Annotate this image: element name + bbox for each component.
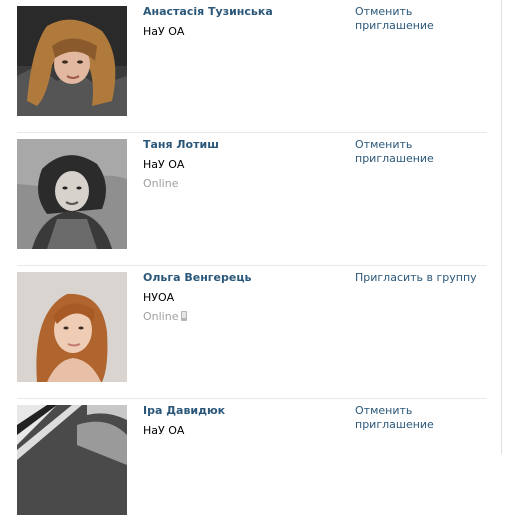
person-name[interactable]: Ольга Венгерець [143, 271, 251, 284]
person-university: НаУ ОА [143, 25, 185, 38]
online-status-label: Online [143, 177, 179, 190]
avatar-photo [17, 405, 127, 515]
person-university: НаУ ОА [143, 158, 185, 171]
avatar[interactable] [17, 272, 127, 382]
avatar-photo [17, 139, 127, 249]
friends-invite-panel: Анастасія Тузинська НаУ ОА Отменить приг… [0, 0, 502, 515]
person-name[interactable]: Іра Давидюк [143, 404, 225, 417]
invite-to-group-link[interactable]: Пригласить в группу [355, 271, 485, 285]
person-name[interactable]: Анастасія Тузинська [143, 5, 273, 18]
avatar[interactable] [17, 6, 127, 116]
online-status: Online [143, 310, 188, 323]
person-university: НаУ ОА [143, 424, 185, 437]
avatar[interactable] [17, 139, 127, 249]
person-name[interactable]: Таня Лотиш [143, 138, 219, 151]
list-item: Ольга Венгерець НУОА Online Пригласить в… [17, 266, 487, 399]
cancel-invite-link[interactable]: Отменить приглашение [355, 404, 485, 432]
list-item: Таня Лотиш НаУ ОА Online Отменить пригла… [17, 133, 487, 266]
avatar-photo [17, 272, 127, 382]
cancel-invite-link[interactable]: Отменить приглашение [355, 5, 485, 33]
avatar[interactable] [17, 405, 127, 515]
avatar-photo [17, 6, 127, 116]
list-item: Іра Давидюк НаУ ОА Отменить приглашение [17, 399, 487, 532]
online-status-label: Online [143, 310, 179, 323]
person-university: НУОА [143, 291, 175, 304]
list-item: Анастасія Тузинська НаУ ОА Отменить приг… [17, 0, 487, 133]
online-status: Online [143, 177, 178, 190]
mobile-phone-icon [181, 311, 188, 321]
cancel-invite-link[interactable]: Отменить приглашение [355, 138, 485, 166]
